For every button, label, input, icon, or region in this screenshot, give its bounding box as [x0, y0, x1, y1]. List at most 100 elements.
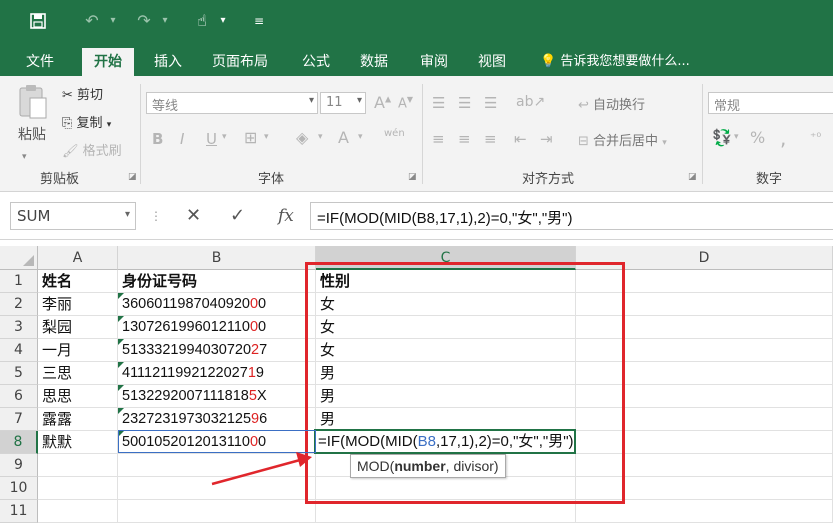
cell-a9[interactable]: [38, 454, 118, 477]
name-box[interactable]: SUM ▾: [10, 202, 136, 230]
row-header-3[interactable]: 3: [0, 316, 38, 339]
paste-button[interactable]: 粘贴: [14, 84, 50, 146]
cell-a8[interactable]: 默默: [38, 431, 118, 454]
tab-file[interactable]: 文件: [14, 48, 66, 76]
row-header-10[interactable]: 10: [0, 477, 38, 500]
function-tooltip[interactable]: MOD(number, divisor): [350, 454, 506, 478]
comma-button[interactable]: ,: [780, 126, 786, 150]
undo-icon[interactable]: ↶: [80, 8, 104, 34]
fill-color-dropdown-icon[interactable]: ▾: [318, 132, 323, 142]
cell-a1[interactable]: 姓名: [38, 270, 118, 293]
underline-dropdown-icon[interactable]: ▾: [222, 132, 227, 142]
format-painter-button[interactable]: 🖌 格式刷: [62, 140, 122, 159]
font-size-combo[interactable]: 11 ▾: [320, 92, 366, 114]
cell-a6[interactable]: 思思: [38, 385, 118, 408]
row-header-6[interactable]: 6: [0, 385, 38, 408]
cell-b3[interactable]: 130726199601211000: [118, 316, 316, 339]
cell-b1[interactable]: 身份证号码: [118, 270, 316, 293]
fill-color-icon[interactable]: ◈: [296, 128, 308, 147]
cell-b10[interactable]: [118, 477, 316, 500]
tab-data[interactable]: 数据: [348, 48, 400, 76]
touch-mode-icon[interactable]: ☝: [190, 8, 214, 34]
cell-b5[interactable]: 411121199212202719: [118, 362, 316, 385]
currency-dropdown-icon[interactable]: ▾: [734, 132, 739, 142]
tell-me-box[interactable]: 💡 告诉我您想要做什么...: [528, 48, 702, 76]
italic-button[interactable]: I: [180, 130, 184, 148]
redo-dropdown-icon[interactable]: ▾: [158, 8, 172, 34]
row-header-2[interactable]: 2: [0, 293, 38, 316]
cell-a4[interactable]: 一月: [38, 339, 118, 362]
decrease-indent-icon[interactable]: ⇤: [514, 130, 527, 148]
cell-b6[interactable]: 51322920071118185X: [118, 385, 316, 408]
increase-indent-icon[interactable]: ⇥: [540, 130, 553, 148]
row-header-9[interactable]: 9: [0, 454, 38, 477]
cell-b11[interactable]: [118, 500, 316, 523]
format-painter-label: 格式刷: [82, 144, 122, 159]
row-header-1[interactable]: 1: [0, 270, 38, 293]
align-middle-icon[interactable]: ☰: [458, 94, 471, 112]
grow-font-button[interactable]: A▲: [374, 93, 391, 112]
row-header-11[interactable]: 11: [0, 500, 38, 523]
touch-dropdown-icon[interactable]: ▾: [216, 8, 230, 34]
font-launcher-icon[interactable]: ◪: [408, 172, 417, 182]
align-right-icon[interactable]: ≡: [484, 130, 497, 148]
wrap-text-button[interactable]: ↩ 自动换行: [578, 94, 645, 113]
phonetic-button[interactable]: wén: [384, 128, 405, 139]
borders-dropdown-icon[interactable]: ▾: [264, 132, 269, 142]
cell-a10[interactable]: [38, 477, 118, 500]
undo-dropdown-icon[interactable]: ▾: [106, 8, 120, 34]
row-header-4[interactable]: 4: [0, 339, 38, 362]
align-bottom-icon[interactable]: ☰: [484, 94, 497, 112]
alignment-launcher-icon[interactable]: ◪: [688, 172, 697, 182]
tab-formulas[interactable]: 公式: [290, 48, 342, 76]
tab-home[interactable]: 开始: [82, 48, 134, 76]
id-part-tail: 9: [255, 365, 264, 381]
enter-button[interactable]: ✓: [230, 202, 245, 230]
underline-button[interactable]: U: [206, 130, 217, 148]
increase-decimal-icon[interactable]: ⁺⁰: [810, 130, 821, 144]
insert-function-button[interactable]: fx: [278, 202, 294, 230]
redo-icon[interactable]: ↷: [132, 8, 156, 34]
cell-b7[interactable]: 232723197303212596: [118, 408, 316, 431]
orientation-icon[interactable]: ab↗: [516, 94, 545, 110]
row-header-7[interactable]: 7: [0, 408, 38, 431]
row-header-8[interactable]: 8: [0, 431, 38, 454]
column-header-a[interactable]: A: [38, 246, 118, 270]
percent-button[interactable]: %: [750, 128, 765, 147]
tab-page-layout[interactable]: 页面布局: [200, 48, 280, 76]
cell-a5[interactable]: 三思: [38, 362, 118, 385]
cell-b4[interactable]: 513332199403072027: [118, 339, 316, 362]
tab-review[interactable]: 审阅: [408, 48, 460, 76]
cut-button[interactable]: ✂ 剪切: [62, 84, 103, 103]
cell-b2[interactable]: 360601198704092000: [118, 293, 316, 316]
align-left-icon[interactable]: ≡: [432, 130, 445, 148]
tab-view[interactable]: 视图: [466, 48, 518, 76]
cell-a3[interactable]: 梨园: [38, 316, 118, 339]
clipboard-launcher-icon[interactable]: ◪: [128, 172, 137, 182]
font-name-combo[interactable]: 等线 ▾: [146, 92, 318, 114]
cell-a11[interactable]: [38, 500, 118, 523]
font-color-icon[interactable]: A: [338, 128, 349, 147]
row-header-5[interactable]: 5: [0, 362, 38, 385]
cancel-button[interactable]: ✕: [186, 202, 201, 230]
select-all-button[interactable]: [0, 246, 38, 270]
merge-center-button[interactable]: ⊟ 合并后居中 ▾: [578, 130, 667, 149]
shrink-font-button[interactable]: A▼: [398, 95, 413, 111]
cell-b9[interactable]: [118, 454, 316, 477]
bold-button[interactable]: B: [152, 130, 163, 148]
align-top-icon[interactable]: ☰: [432, 94, 445, 112]
customize-qat-icon[interactable]: ≡: [250, 8, 268, 34]
number-format-combo[interactable]: 常规: [708, 92, 833, 114]
cell-a7[interactable]: 露露: [38, 408, 118, 431]
save-icon[interactable]: [26, 8, 50, 34]
align-center-icon[interactable]: ≡: [458, 130, 471, 148]
copy-button[interactable]: ⎘ 复制 ▾: [62, 112, 111, 131]
font-color-dropdown-icon[interactable]: ▾: [358, 132, 363, 142]
column-header-b[interactable]: B: [118, 246, 316, 270]
formula-input[interactable]: =IF(MOD(MID(B8,17,1),2)=0,"女","男"): [310, 202, 833, 230]
tab-insert[interactable]: 插入: [142, 48, 194, 76]
borders-icon[interactable]: ⊞: [244, 128, 257, 147]
paste-dropdown-icon[interactable]: ▾: [22, 152, 27, 162]
cell-a2[interactable]: 李丽: [38, 293, 118, 316]
currency-icon[interactable]: 💱: [712, 128, 732, 147]
